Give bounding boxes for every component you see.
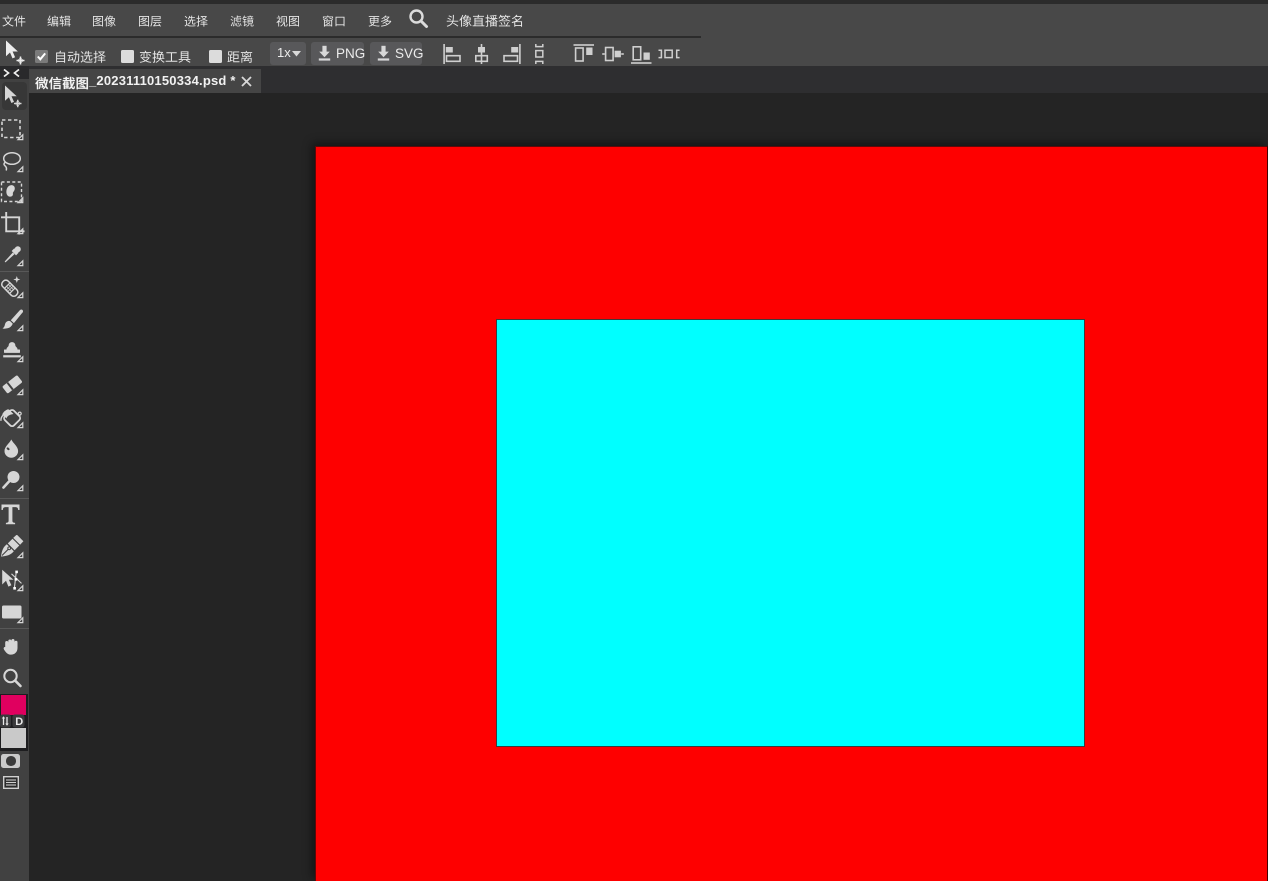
svg-text:D: D [15,716,23,728]
